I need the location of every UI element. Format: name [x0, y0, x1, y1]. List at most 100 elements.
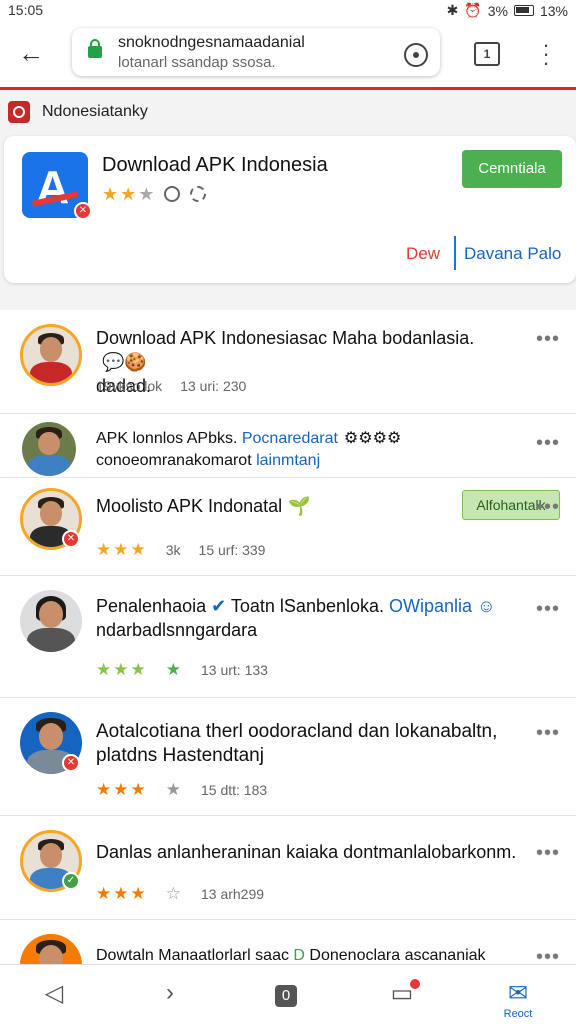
- more-icon[interactable]: •••: [536, 722, 560, 745]
- post-link[interactable]: OWipanlia: [389, 596, 472, 616]
- site-favicon-icon: [8, 101, 30, 123]
- app-title: Download APK Indonesia: [102, 154, 328, 176]
- post-meta: 19vkso lok 13 uri: 230: [96, 378, 246, 394]
- post-text: APK lonnlos APbks. Pocnaredarat ⚙⚙⚙⚙ conoe…: [96, 428, 516, 472]
- post-text-line2: platdns Hastendtanj: [96, 745, 264, 766]
- more-icon[interactable]: •••: [536, 432, 560, 455]
- star-rating: ★★★: [96, 660, 148, 679]
- emoji-icon: 💬🍪: [102, 352, 147, 372]
- post-meta: ★★★ ★ 15 dtt: 183: [96, 780, 267, 800]
- star-icon: ☆: [165, 884, 183, 903]
- avatar-face: [39, 843, 63, 868]
- mail-icon[interactable]: ✉ Reoct: [498, 979, 538, 1020]
- more-icon[interactable]: •••: [536, 946, 560, 964]
- app-rating: ★★★: [102, 184, 156, 205]
- list-item[interactable]: Penalenhaoia ✔ Toatn lSanbenloka. OWipan…: [0, 576, 576, 698]
- alarm-icon: ⏰: [464, 2, 482, 18]
- url-bar[interactable]: snoknodngesnamaadanial lotanarl ssandap …: [72, 28, 440, 76]
- reaction-icons: ⚙⚙⚙⚙: [343, 430, 402, 447]
- app-rating-filled: ★★: [102, 184, 139, 204]
- app-link-blue[interactable]: Davana Palo: [464, 244, 561, 264]
- more-icon[interactable]: •••: [536, 328, 560, 351]
- refresh-icon[interactable]: [404, 43, 428, 67]
- lock-icon: [88, 39, 102, 58]
- browser-toolbar: ← snoknodngesnamaadanial lotanarl ssanda…: [0, 22, 576, 90]
- status-bar: 15:05 ✱ ⏰ 3% 13%: [0, 0, 576, 22]
- battery-icon: [513, 5, 534, 16]
- post-text-line2: ndarbadlsnngardara: [96, 620, 258, 640]
- app-badge-icon: ✕: [74, 202, 92, 220]
- post-text-line1: Danlas anlanheraninan kaiaka dontmanlalo…: [96, 842, 517, 862]
- avatar-badge-icon: ✓: [62, 872, 80, 890]
- tab-counter[interactable]: 0: [266, 979, 306, 1015]
- info-icon: [164, 186, 180, 202]
- post-link[interactable]: Pocnaredarat: [242, 430, 338, 447]
- app-mini-icons: [164, 186, 206, 202]
- app-link-divider: [454, 236, 456, 270]
- post-text-line1: Moolisto APK Indonatal: [96, 496, 283, 516]
- site-name: Ndonesiatanky: [42, 103, 148, 120]
- avatar-face: [39, 501, 63, 526]
- avatar[interactable]: [20, 324, 82, 386]
- site-header: Ndonesiatanky: [0, 93, 576, 129]
- battery-text: 13%: [539, 2, 568, 19]
- avatar-face: [39, 337, 63, 362]
- post-meta-2: 15 urf: 339: [198, 542, 266, 558]
- avatar-face: [38, 431, 60, 456]
- more-icon[interactable]: •••: [536, 842, 560, 865]
- chevron-forward-icon[interactable]: ›: [150, 979, 190, 1015]
- app-link-red[interactable]: Dew: [406, 244, 440, 264]
- avatar-body: [27, 628, 75, 652]
- post-meta-2: 13 urt: 133: [200, 662, 268, 678]
- list-item[interactable]: ✓ Danlas anlanheraninan kaiaka dontmanla…: [0, 816, 576, 920]
- star-rating: ★★★: [96, 884, 148, 903]
- list-item[interactable]: APK lonnlos APbks. Pocnaredarat ⚙⚙⚙⚙ conoe…: [0, 414, 576, 478]
- post-text-line1: Aotalcotiana therl oodoracland dan lokan…: [96, 721, 498, 742]
- emoji-icon: ☺: [477, 596, 496, 616]
- bluetooth-icon: ✱: [446, 2, 459, 18]
- list-item[interactable]: Download APK Indonesiasac Maha bodanlasi…: [0, 310, 576, 414]
- tabs-icon[interactable]: 1: [474, 42, 500, 66]
- list-item[interactable]: ✕ Aotalcotiana therl oodoracland dan lok…: [0, 698, 576, 816]
- post-link-2[interactable]: lainmtanj: [256, 452, 320, 469]
- avatar[interactable]: [20, 590, 82, 652]
- post-text: Dowtaln Manaatlorlarl saac D Donenoclara…: [96, 944, 536, 964]
- status-time: 15:05: [8, 2, 44, 18]
- back-arrow-icon[interactable]: ←: [18, 38, 50, 70]
- overflow-menu-icon[interactable]: · · ·: [540, 34, 552, 74]
- post-text-line2: conoeomranakomarot: [96, 452, 257, 469]
- app-rating-empty: ★: [138, 184, 157, 204]
- star-icon: ★: [165, 780, 183, 799]
- notification-icon[interactable]: ▭: [382, 979, 422, 1015]
- post-text-line1: Download APK Indonesiasac Maha bodanlasi…: [96, 328, 475, 348]
- url-sub-text: lotanarl ssandap ssosa.: [118, 54, 276, 71]
- post-meta: ★★★ ☆ 13 arh299: [96, 884, 264, 904]
- post-meta-2: 13 uri: 230: [180, 378, 247, 394]
- triangle-back-icon[interactable]: ◁: [34, 979, 74, 1015]
- avatar-body: [28, 455, 70, 476]
- post-text-line1: Penalenhaoia: [96, 596, 207, 616]
- more-icon[interactable]: •••: [536, 496, 560, 519]
- star-rating: ★★★: [96, 540, 148, 559]
- star-icon: ★: [165, 660, 183, 679]
- avatar-face: [38, 723, 64, 751]
- avatar[interactable]: [22, 422, 76, 476]
- more-icon[interactable]: •••: [536, 598, 560, 621]
- tab-counter-value: 0: [275, 985, 297, 1007]
- app-logo-letter: A: [36, 161, 70, 213]
- avatar[interactable]: [20, 934, 82, 964]
- reader-label: Reoct: [503, 1008, 533, 1020]
- post-meta-2: 15 dtt: 183: [200, 782, 268, 798]
- notification-dot: [410, 979, 420, 989]
- share-icon[interactable]: [190, 186, 206, 202]
- post-text-line1b: Donenoclara ascananiak: [304, 947, 486, 964]
- status-icons: ✱ ⏰ 3% 13%: [447, 2, 568, 19]
- url-main-text: snoknodngesnamaadanial: [118, 34, 305, 51]
- avatar-badge-icon: ✕: [62, 530, 80, 548]
- post-link[interactable]: D: [293, 947, 305, 964]
- list-item[interactable]: ✕ Moolisto APK Indonatal 🌱 Alfohantalk ★★…: [0, 478, 576, 576]
- list-item[interactable]: Dowtaln Manaatlorlarl saac D Donenoclara…: [0, 920, 576, 964]
- post-meta: ★★★ ★ 13 urt: 133: [96, 660, 268, 680]
- verified-icon: ✔: [211, 596, 227, 616]
- download-button[interactable]: Cemntiala: [462, 150, 562, 188]
